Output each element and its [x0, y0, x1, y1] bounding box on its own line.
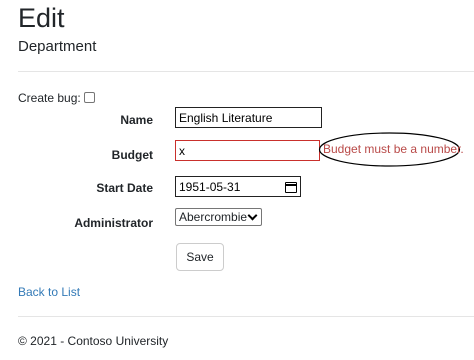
budget-label: Budget: [111, 148, 153, 162]
edit-department-page: Edit Department Create bug: Name English…: [0, 0, 474, 360]
save-button[interactable]: Save: [176, 243, 224, 271]
budget-input-value: x: [179, 143, 185, 158]
start-date-input[interactable]: 1951-05-31: [175, 176, 301, 197]
chevron-down-icon: [247, 210, 258, 220]
header-divider: [18, 71, 474, 72]
page-subtitle: Department: [18, 38, 97, 55]
start-date-value: 1951-05-31: [179, 179, 241, 194]
administrator-selected: Abercrombie: [179, 210, 248, 224]
name-input[interactable]: English Literature: [175, 107, 322, 128]
name-input-value: English Literature: [179, 110, 273, 125]
footer-text: © 2021 - Contoso University: [18, 334, 169, 348]
create-bug-row: Create bug:: [18, 91, 95, 105]
create-bug-label: Create bug:: [18, 91, 81, 105]
budget-input[interactable]: x: [175, 140, 320, 161]
administrator-label: Administrator: [74, 216, 153, 230]
back-to-list-link[interactable]: Back to List: [18, 285, 80, 299]
footer-divider: [18, 316, 474, 317]
budget-error-message: Budget must be a number.: [318, 131, 464, 168]
page-title: Edit: [18, 3, 65, 33]
start-date-label: Start Date: [96, 181, 153, 195]
budget-error-text: Budget must be a number.: [323, 142, 464, 156]
calendar-icon[interactable]: [285, 181, 297, 193]
create-bug-checkbox[interactable]: [83, 91, 95, 103]
name-label: Name: [120, 113, 153, 127]
administrator-select[interactable]: Abercrombie: [175, 208, 262, 226]
